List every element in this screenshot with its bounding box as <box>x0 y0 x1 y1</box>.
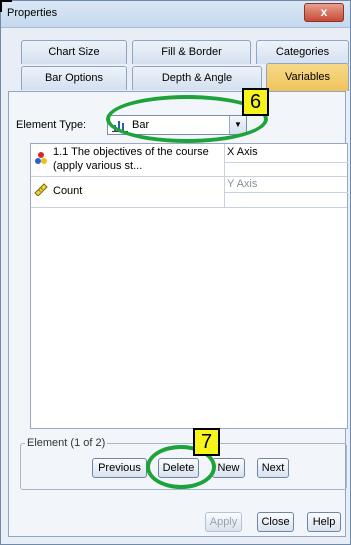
y-axis-label: Y Axis <box>227 178 258 190</box>
variables-grid: 1.1 The objectives of the course (apply … <box>30 143 348 429</box>
tab-chart-size[interactable]: Chart Size <box>21 40 127 64</box>
window-title: Properties <box>7 7 58 19</box>
close-window-button[interactable]: x <box>304 3 344 22</box>
element-type-label: Element Type: <box>16 119 87 131</box>
tab-variables[interactable]: Variables <box>266 63 349 91</box>
step-marker-6: 6 <box>242 88 269 116</box>
element-group-label: Element (1 of 2) <box>25 437 108 449</box>
corner-mark <box>0 0 12 12</box>
variable-name: 1.1 The objectives of the course <box>53 146 209 158</box>
previous-button[interactable]: Previous <box>92 458 147 478</box>
help-button[interactable]: Help <box>307 512 341 532</box>
nominal-variable-icon <box>34 151 48 168</box>
tab-fill-border[interactable]: Fill & Border <box>132 40 251 64</box>
title-bar: Properties x <box>1 1 350 28</box>
apply-button[interactable]: Apply <box>205 512 242 532</box>
close-button[interactable]: Close <box>257 512 294 532</box>
tab-bar-options[interactable]: Bar Options <box>21 66 127 90</box>
new-button[interactable]: New <box>212 458 245 478</box>
step-marker-7: 7 <box>193 428 220 456</box>
next-button[interactable]: Next <box>257 458 289 478</box>
x-axis-label: X Axis <box>227 146 258 158</box>
variable-name: Count <box>53 185 83 197</box>
tab-categories[interactable]: Categories <box>256 40 349 64</box>
tab-depth-angle[interactable]: Depth & Angle <box>132 66 262 90</box>
variable-name-continued: (apply various st... <box>53 160 143 172</box>
ruler-scale-icon <box>34 182 48 199</box>
